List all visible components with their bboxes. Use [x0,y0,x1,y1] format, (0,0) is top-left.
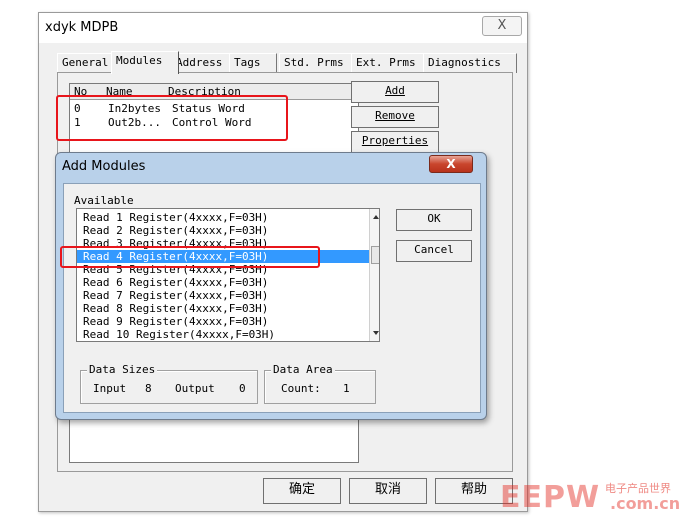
tab-tags[interactable]: Tags [229,53,277,73]
scrollbar-thumb[interactable] [371,246,379,264]
tab-std-prms[interactable]: Std. Prms [279,53,359,73]
list-item-selected[interactable]: Read 4 Register(4xxxx,F=03H) [77,250,373,263]
data-area-group: Data Area Count: 1 [264,363,376,404]
list-item[interactable]: Read 8 Register(4xxxx,F=03H) [83,302,268,315]
list-item[interactable]: Read 2 Register(4xxxx,F=03H) [83,224,268,237]
remove-button[interactable]: Remove [351,106,439,128]
tab-address[interactable]: Address [171,53,237,73]
cancel-button[interactable]: 取消 [349,478,427,504]
ok-button[interactable]: OK [396,209,472,231]
column-header-description[interactable]: Description [164,84,309,100]
watermark-domain: .com.cn [610,494,681,513]
data-sizes-label: Data Sizes [87,363,158,376]
close-icon: X [497,18,507,33]
add-button[interactable]: Add [351,81,439,103]
data-sizes-group: Data Sizes Input 8 Output 0 [80,363,258,404]
watermark-logo: EEPW [500,480,601,515]
list-item[interactable]: Read 5 Register(4xxxx,F=03H) [83,263,268,276]
list-item[interactable]: Read 10 Register(4xxxx,F=03H) [83,328,275,341]
scrollbar-arrows [373,215,379,335]
tab-ext-prms[interactable]: Ext. Prms [351,53,431,73]
scroll-up-icon [373,215,379,219]
close-icon: X [446,157,456,171]
list-scrollbar[interactable] [369,209,379,341]
count-value: 1 [343,382,350,395]
dialog-body: Available Read 1 Register(4xxxx,F=03H) R… [63,183,481,413]
list-item[interactable]: Read 3 Register(4xxxx,F=03H) [83,237,268,250]
list-item[interactable]: Read 7 Register(4xxxx,F=03H) [83,289,268,302]
list-item[interactable]: Read 9 Register(4xxxx,F=03H) [83,315,268,328]
column-header-name[interactable]: Name [102,84,169,100]
input-size-value: 8 [145,382,152,395]
window-title-bar[interactable]: xdyk MDPB X [39,13,527,43]
add-modules-dialog: Add Modules X Available Read 1 Register(… [55,152,487,420]
list-item[interactable]: Read 6 Register(4xxxx,F=03H) [83,276,268,289]
list-item[interactable]: Read 1 Register(4xxxx,F=03H) [83,211,268,224]
window-close-button[interactable]: X [482,16,522,36]
data-area-label: Data Area [271,363,335,376]
dialog-close-button[interactable]: X [429,155,473,173]
available-modules-list[interactable]: Read 1 Register(4xxxx,F=03H) Read 2 Regi… [76,208,380,342]
tab-modules[interactable]: Modules [111,51,179,74]
dialog-cancel-button[interactable]: Cancel [396,240,472,262]
watermark: EEPW 电子产品世界 .com.cn [500,480,690,516]
confirm-button[interactable]: 确定 [263,478,341,504]
scroll-down-icon [373,331,379,335]
dialog-title: Add Modules [62,159,146,174]
tab-general[interactable]: General [57,53,119,73]
output-size-value: 0 [239,382,246,395]
available-label: Available [74,194,134,207]
tab-diagnostics[interactable]: Diagnostics [423,53,517,73]
window-title: xdyk MDPB [45,20,119,35]
properties-button[interactable]: Properties [351,131,439,153]
